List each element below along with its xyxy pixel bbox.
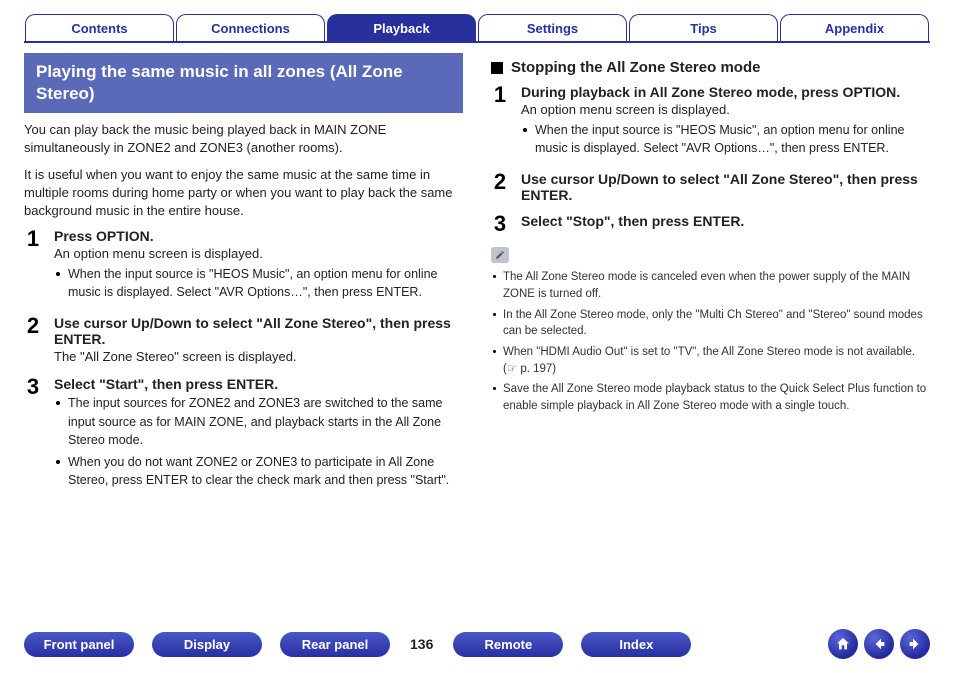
step-3: 3 Select "Start", then press ENTER. The … [24, 376, 463, 495]
bottom-bar: Front panel Display Rear panel 136 Remot… [0, 629, 954, 659]
index-button[interactable]: Index [581, 632, 691, 657]
next-page-icon[interactable] [900, 629, 930, 659]
step-number: 3 [24, 376, 42, 495]
rstep-2: 2 Use cursor Up/Down to select "All Zone… [491, 171, 930, 205]
step-title: Use cursor Up/Down to select "All Zone S… [54, 315, 463, 347]
bullet: When you do not want ZONE2 or ZONE3 to p… [54, 453, 463, 489]
note-item: The All Zone Stereo mode is canceled eve… [491, 269, 930, 302]
square-bullet-icon [491, 62, 503, 74]
step-bullets: When the input source is "HEOS Music", a… [54, 265, 463, 301]
note-item: When "HDMI Audio Out" is set to "TV", th… [491, 344, 930, 377]
step-desc: The "All Zone Stereo" screen is displaye… [54, 349, 463, 364]
rstep-1: 1 During playback in All Zone Stereo mod… [491, 84, 930, 163]
bullet: When the input source is "HEOS Music", a… [54, 265, 463, 301]
step-title: Select "Start", then press ENTER. [54, 376, 463, 392]
step-title: Select "Stop", then press ENTER. [521, 213, 930, 229]
step-number: 1 [24, 228, 42, 307]
home-icon[interactable] [828, 629, 858, 659]
section-heading: Playing the same music in all zones (All… [24, 53, 463, 113]
step-number: 2 [24, 315, 42, 368]
tab-settings[interactable]: Settings [478, 14, 627, 41]
step-number: 2 [491, 171, 509, 205]
step-2: 2 Use cursor Up/Down to select "All Zone… [24, 315, 463, 368]
step-1: 1 Press OPTION. An option menu screen is… [24, 228, 463, 307]
step-title: Use cursor Up/Down to select "All Zone S… [521, 171, 930, 203]
step-bullets: The input sources for ZONE2 and ZONE3 ar… [54, 394, 463, 489]
tab-connections[interactable]: Connections [176, 14, 325, 41]
rstep-3: 3 Select "Stop", then press ENTER. [491, 213, 930, 235]
notes-list: The All Zone Stereo mode is canceled eve… [491, 269, 930, 414]
tab-appendix[interactable]: Appendix [780, 14, 929, 41]
remote-button[interactable]: Remote [453, 632, 563, 657]
intro-text-1: You can play back the music being played… [24, 121, 463, 157]
rear-panel-button[interactable]: Rear panel [280, 632, 390, 657]
bullet: When the input source is "HEOS Music", a… [521, 121, 930, 157]
left-column: Playing the same music in all zones (All… [24, 53, 463, 501]
step-number: 3 [491, 213, 509, 235]
display-button[interactable]: Display [152, 632, 262, 657]
subsection-title: Stopping the All Zone Stereo mode [511, 59, 760, 76]
tab-contents[interactable]: Contents [25, 14, 174, 41]
top-tabs: Contents Connections Playback Settings T… [24, 14, 930, 43]
front-panel-button[interactable]: Front panel [24, 632, 134, 657]
note-item: Save the All Zone Stereo mode playback s… [491, 381, 930, 414]
page-number: 136 [410, 636, 433, 652]
note-item: In the All Zone Stereo mode, only the "M… [491, 307, 930, 340]
subsection-heading: Stopping the All Zone Stereo mode [491, 59, 930, 76]
step-title: During playback in All Zone Stereo mode,… [521, 84, 930, 100]
intro-text-2: It is useful when you want to enjoy the … [24, 166, 463, 221]
step-bullets: When the input source is "HEOS Music", a… [521, 121, 930, 157]
bullet: The input sources for ZONE2 and ZONE3 ar… [54, 394, 463, 448]
prev-page-icon[interactable] [864, 629, 894, 659]
tab-tips[interactable]: Tips [629, 14, 778, 41]
step-desc: An option menu screen is displayed. [54, 246, 463, 261]
right-column: Stopping the All Zone Stereo mode 1 Duri… [491, 53, 930, 501]
step-number: 1 [491, 84, 509, 163]
step-desc: An option menu screen is displayed. [521, 102, 930, 117]
note-icon [491, 247, 509, 263]
step-title: Press OPTION. [54, 228, 463, 244]
tab-playback[interactable]: Playback [327, 14, 476, 41]
